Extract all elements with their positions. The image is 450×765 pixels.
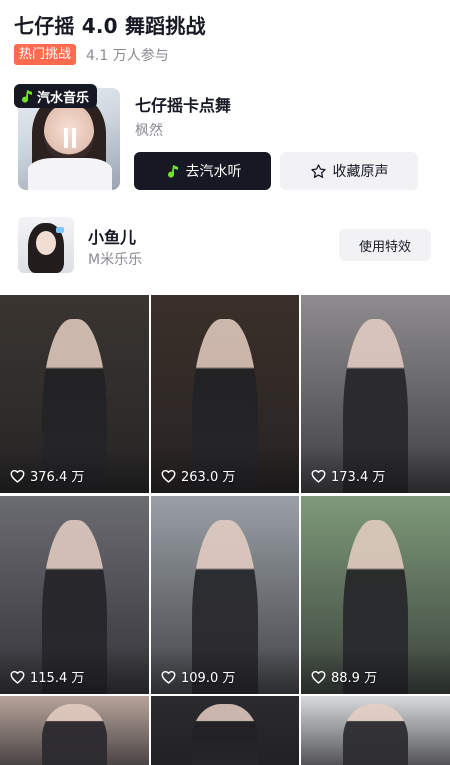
video-thumbnail[interactable]: 115.4 万 xyxy=(0,496,149,694)
video-thumbnail[interactable] xyxy=(151,696,299,765)
effect-creator-avatar[interactable] xyxy=(18,217,74,273)
video-thumbnail[interactable]: 376.4 万 xyxy=(0,295,149,493)
like-count: 376.4 万 xyxy=(10,466,84,485)
like-count-value: 263.0 万 xyxy=(181,470,236,485)
qishui-music-badge: 汽水音乐 xyxy=(14,84,98,108)
like-count: 115.4 万 xyxy=(10,667,84,686)
video-thumbnail[interactable]: 173.4 万 xyxy=(301,295,450,493)
favorite-button-label: 收藏原声 xyxy=(332,164,389,180)
like-count: 109.0 万 xyxy=(161,667,235,686)
participant-count: 4.1 万人参与 xyxy=(86,47,169,64)
star-icon xyxy=(310,163,326,178)
song-title[interactable]: 七仔摇卡点舞 xyxy=(135,92,231,116)
pause-icon[interactable] xyxy=(62,128,78,148)
effect-creator[interactable]: M米乐乐 xyxy=(88,249,142,269)
video-thumbnail[interactable] xyxy=(301,696,450,765)
use-effect-button[interactable]: 使用特效 xyxy=(339,229,431,261)
video-thumbnail[interactable]: 109.0 万 xyxy=(151,496,299,694)
listen-button-label: 去汽水听 xyxy=(185,164,242,180)
challenge-meta: 热门挑战 4.1 万人参与 xyxy=(14,44,169,65)
heart-icon xyxy=(10,469,25,483)
heart-icon xyxy=(10,670,25,684)
video-thumbnail[interactable]: 88.9 万 xyxy=(301,496,450,694)
like-count-value: 115.4 万 xyxy=(30,671,85,686)
like-count: 173.4 万 xyxy=(311,466,385,485)
song-artist[interactable]: 枫然 xyxy=(135,120,163,140)
video-grid: 376.4 万 263.0 万 173.4 万 115.4 万 109.0 万 88.9 … xyxy=(0,295,450,765)
like-count: 88.9 万 xyxy=(311,667,377,686)
like-count-value: 88.9 万 xyxy=(331,671,378,686)
challenge-title: 七仔摇 4.0 舞蹈挑战 xyxy=(14,14,206,38)
music-note-icon xyxy=(167,165,178,178)
hot-challenge-badge: 热门挑战 xyxy=(14,44,77,65)
like-count-value: 376.4 万 xyxy=(30,470,85,485)
like-count-value: 173.4 万 xyxy=(331,470,386,485)
heart-icon xyxy=(161,469,176,483)
like-count-value: 109.0 万 xyxy=(181,671,236,686)
like-count: 263.0 万 xyxy=(161,466,235,485)
source-badge-label: 汽水音乐 xyxy=(37,90,90,106)
music-note-icon xyxy=(22,90,32,103)
favorite-sound-button[interactable]: 收藏原声 xyxy=(280,152,418,190)
heart-icon xyxy=(161,670,176,684)
video-thumbnail[interactable]: 263.0 万 xyxy=(151,295,299,493)
heart-icon xyxy=(311,469,326,483)
effect-name[interactable]: 小鱼儿 xyxy=(88,224,136,248)
heart-icon xyxy=(311,670,326,684)
video-thumbnail[interactable] xyxy=(0,696,149,765)
go-qishui-listen-button[interactable]: 去汽水听 xyxy=(134,152,271,190)
